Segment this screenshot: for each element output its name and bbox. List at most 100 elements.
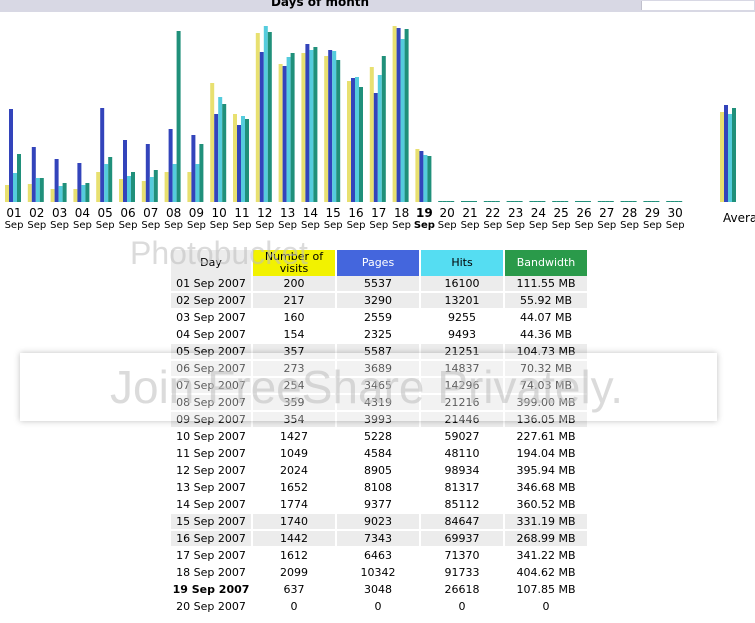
bar-bandwidth [85, 183, 90, 202]
table-row: 13 Sep 2007 1652 8108 81317 346.68 MB [171, 480, 587, 497]
header-visits[interactable]: Number of visits [253, 250, 335, 276]
table-row: 03 Sep 2007 160 2559 9255 44.07 MB [171, 310, 587, 327]
bar-pages [442, 201, 447, 202]
bar-pages [305, 44, 310, 202]
table-row: 17 Sep 2007 1612 6463 71370 341.22 MB [171, 548, 587, 565]
cell-bandwidth: 341.22 MB [505, 548, 587, 565]
cell-bandwidth: 346.68 MB [505, 480, 587, 497]
cell-hits: 26618 [421, 582, 503, 599]
bar-bandwidth [495, 201, 500, 202]
bar-visits [210, 83, 215, 202]
bar-pages [373, 93, 378, 202]
tick-mon: Sep [666, 220, 685, 231]
bar-pages [419, 151, 424, 202]
bar-hits [309, 50, 314, 202]
tick-mon: Sep [301, 220, 320, 231]
bar-hits [674, 201, 679, 202]
cell-bandwidth: 399.00 MB [505, 395, 587, 412]
tick-mon: Sep [506, 220, 525, 231]
bar-bandwidth [678, 201, 683, 202]
cell-pages: 8108 [337, 480, 419, 497]
cell-visits: 1652 [253, 480, 335, 497]
cell-hits: 13201 [421, 293, 503, 310]
bar-hits [195, 164, 200, 202]
cell-pages: 5587 [337, 344, 419, 361]
bar-visits [141, 181, 146, 202]
bar-visits [369, 67, 374, 202]
bar-visits [620, 201, 625, 202]
cell-hits: 59027 [421, 429, 503, 446]
bar-hits [537, 201, 542, 202]
bar-pages [556, 201, 561, 202]
tick-day: 19 [416, 206, 433, 220]
cell-day: 06 Sep 2007 [171, 361, 251, 378]
tick-day: 29 [645, 206, 660, 220]
bar-pages [168, 129, 173, 202]
cell-visits: 1740 [253, 514, 335, 531]
tick-day: 02 [29, 206, 44, 220]
table-header-row: Day Number of visits Pages Hits Bandwidt… [171, 250, 587, 276]
cell-bandwidth: 74.03 MB [505, 378, 587, 395]
bar-visits [233, 114, 237, 202]
header-day[interactable]: Day [171, 250, 251, 276]
bar-bandwidth [587, 201, 591, 202]
cell-bandwidth: 70.32 MB [505, 361, 587, 378]
tick-day: 13 [280, 206, 295, 220]
bar-hits [241, 116, 245, 202]
cell-day: 10 Sep 2007 [171, 429, 251, 446]
tick-day: 23 [508, 206, 523, 220]
bar-bandwidth [336, 60, 341, 202]
cell-pages: 3048 [337, 582, 419, 599]
bar-hits [583, 201, 587, 202]
header-input-box[interactable] [641, 1, 754, 10]
tick-mon: Sep [414, 220, 435, 231]
tick-mon: Sep [50, 220, 69, 231]
tick-mon: Sep [27, 220, 46, 231]
cell-visits: 0 [253, 599, 335, 616]
cell-hits: 98934 [421, 463, 503, 480]
bar-bandwidth [404, 29, 409, 202]
chart-title: Days of month [270, 0, 370, 9]
tick-day: 28 [622, 206, 637, 220]
cell-bandwidth: 331.19 MB [505, 514, 587, 531]
cell-bandwidth: 55.92 MB [505, 293, 587, 310]
header-hits[interactable]: Hits [421, 250, 503, 276]
cell-day: 07 Sep 2007 [171, 378, 251, 395]
tick-day: 27 [599, 206, 614, 220]
cell-day: 16 Sep 2007 [171, 531, 251, 548]
tick-mon: Sep [552, 220, 571, 231]
tick-mon: Sep [575, 220, 594, 231]
table-row: 14 Sep 2007 1774 9377 85112 360.52 MB [171, 497, 587, 514]
bar-pages [123, 140, 127, 202]
header-pages[interactable]: Pages [337, 250, 419, 276]
cell-day: 02 Sep 2007 [171, 293, 251, 310]
table-row: 10 Sep 2007 1427 5228 59027 227.61 MB [171, 429, 587, 446]
bar-bandwidth [222, 104, 227, 202]
bar-visits [415, 149, 420, 202]
header-bandwidth[interactable]: Bandwidth [505, 250, 587, 276]
tick-day: 03 [52, 206, 67, 220]
cell-bandwidth: 227.61 MB [505, 429, 587, 446]
cell-visits: 217 [253, 293, 335, 310]
tick-mon: Sep [73, 220, 92, 231]
bar-hits [377, 75, 382, 202]
cell-visits: 359 [253, 395, 335, 412]
bar-bandwidth [199, 144, 204, 202]
bar-average-visits [720, 112, 724, 202]
cell-hits: 69937 [421, 531, 503, 548]
table-row: 02 Sep 2007 217 3290 13201 55.92 MB [171, 293, 587, 310]
cell-visits: 1427 [253, 429, 335, 446]
tick-mon: Sep [392, 220, 411, 231]
table-row: 18 Sep 2007 2099 10342 91733 404.62 MB [171, 565, 587, 582]
cell-bandwidth: 104.73 MB [505, 344, 587, 361]
cell-bandwidth: 111.55 MB [505, 276, 587, 293]
tick-mon: Sep [141, 220, 160, 231]
bar-visits [392, 26, 397, 202]
cell-day: 12 Sep 2007 [171, 463, 251, 480]
bar-bandwidth [245, 119, 249, 202]
bar-pages [465, 201, 469, 202]
table-row: 07 Sep 2007 254 3465 14296 74.03 MB [171, 378, 587, 395]
bar-pages [351, 78, 355, 202]
bar-hits [446, 201, 451, 202]
bar-visits [529, 201, 534, 202]
